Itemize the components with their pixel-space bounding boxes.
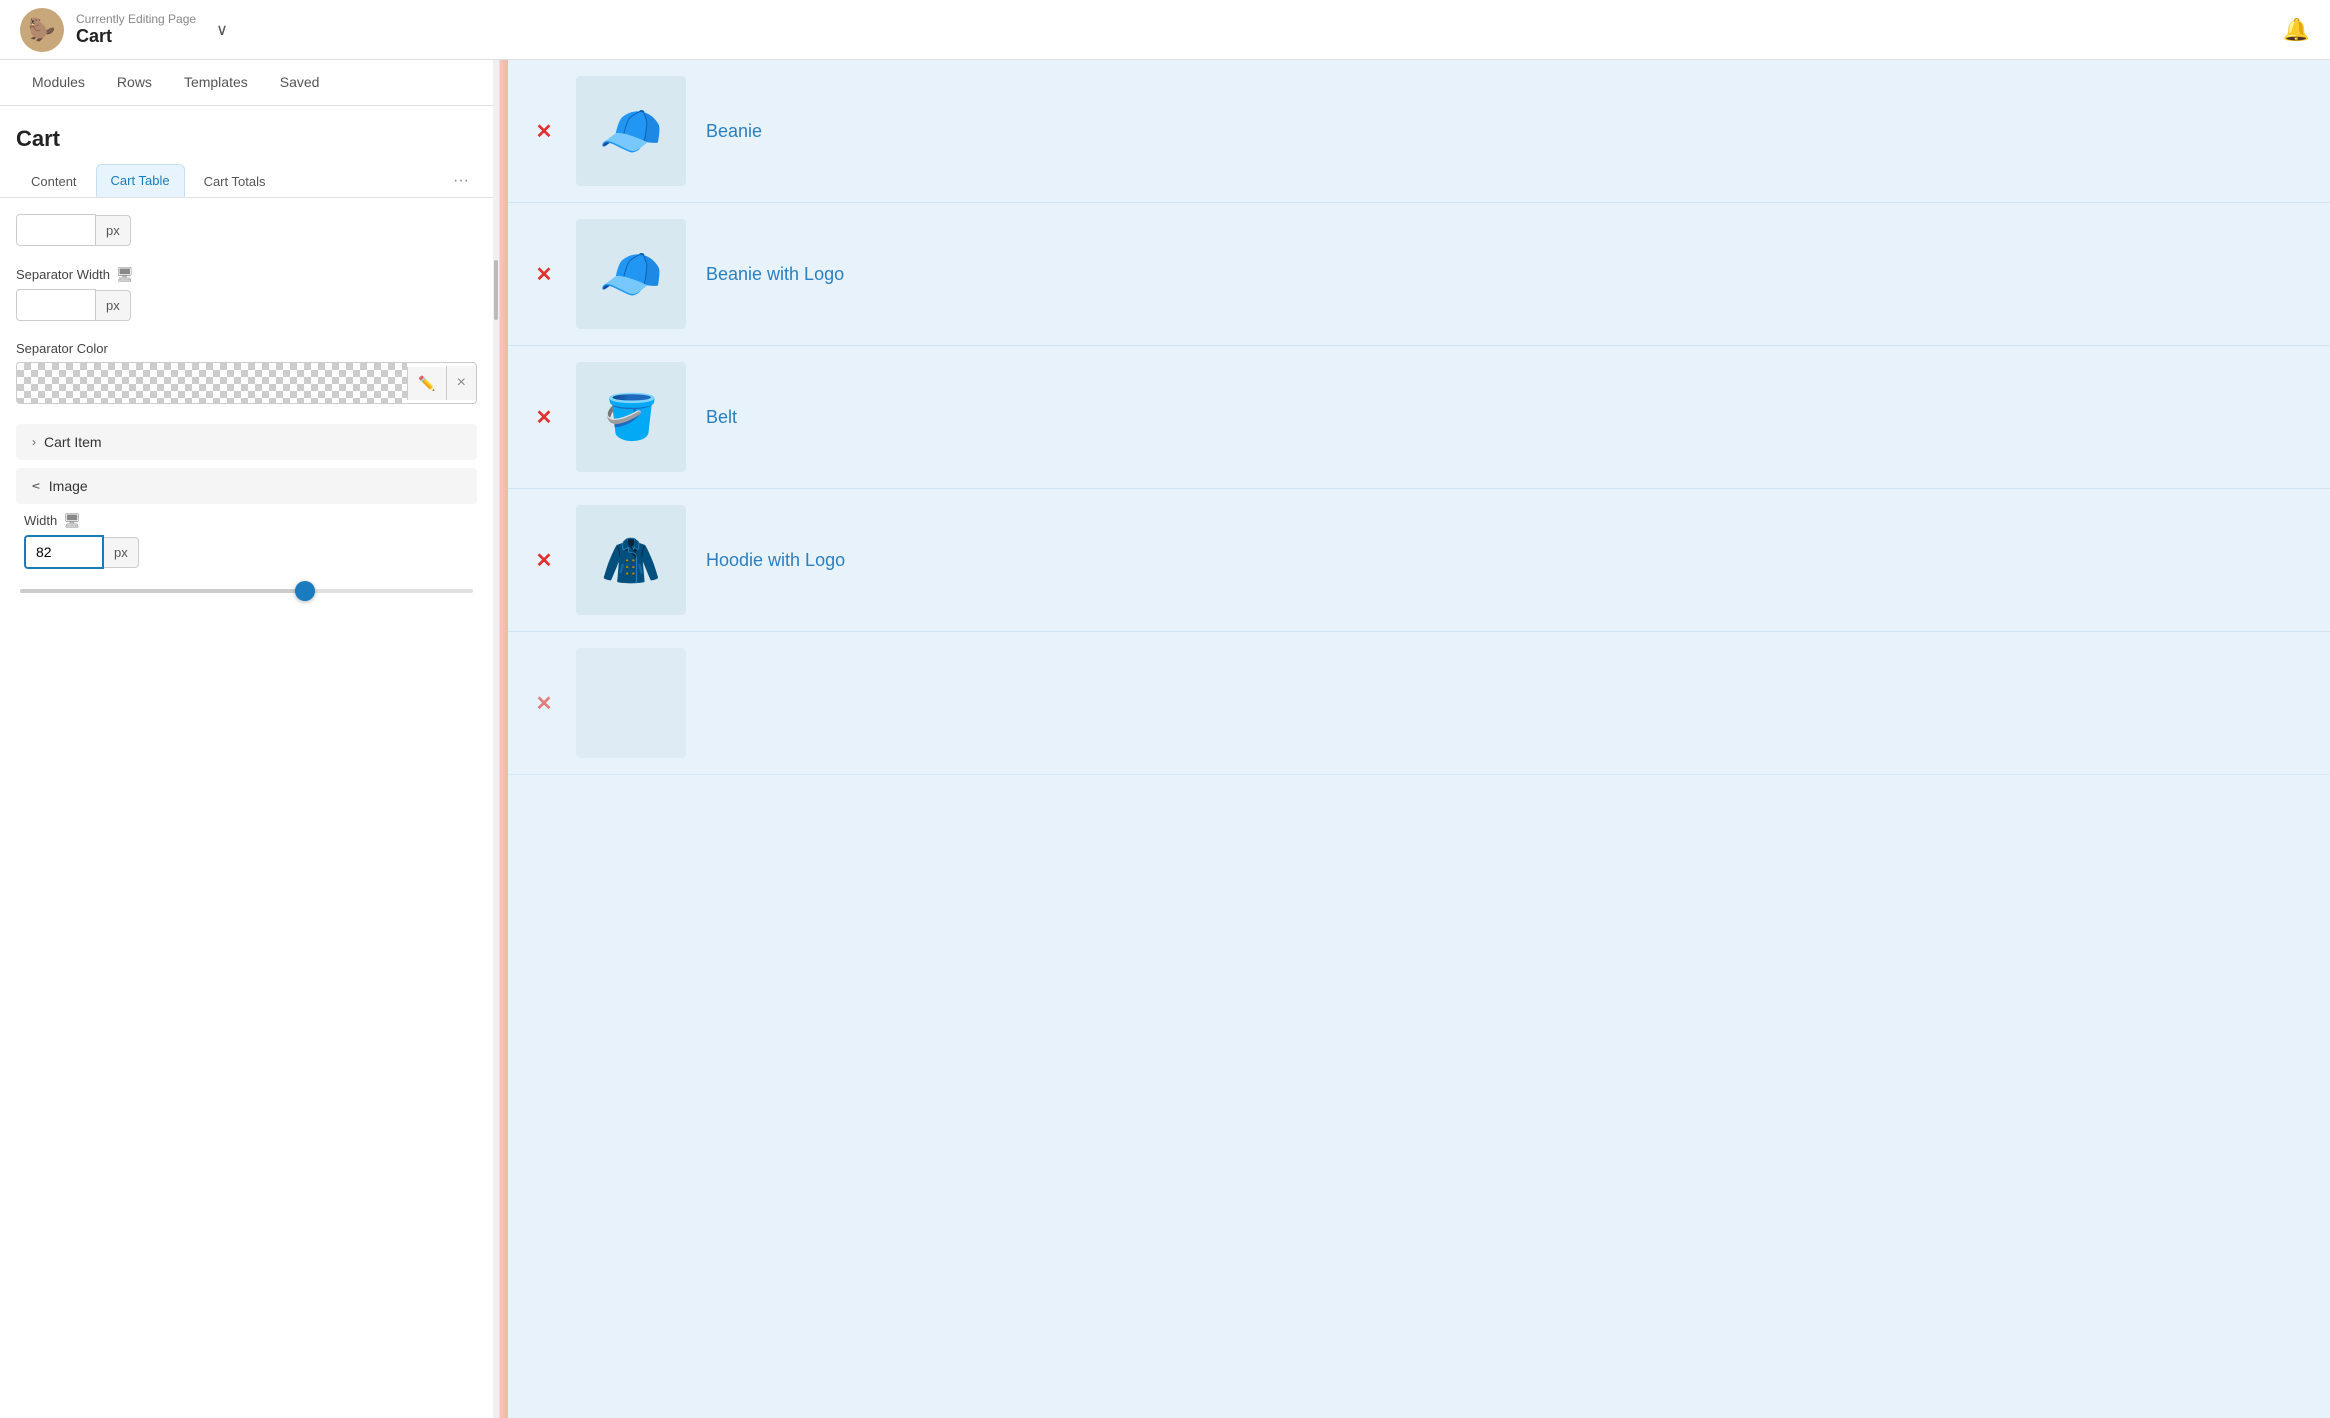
- image-section[interactable]: ∨ Image: [16, 468, 477, 504]
- bell-icon[interactable]: 🔔: [2283, 17, 2310, 43]
- remove-beanie-logo-button[interactable]: ✕: [532, 262, 556, 287]
- header-chevron-icon[interactable]: ∨: [216, 20, 228, 40]
- belt-name[interactable]: Belt: [706, 407, 2306, 428]
- cart-item-belt: ✕ 🪣 Belt: [508, 346, 2330, 489]
- panel-tab-content[interactable]: Content: [16, 165, 92, 197]
- panel-tab-cart-totals[interactable]: Cart Totals: [189, 165, 281, 197]
- hoodie-image: 🧥: [576, 505, 686, 615]
- cart-item-chevron: ›: [32, 435, 36, 449]
- sidebar: Modules Rows Templates Saved Cart Conten…: [0, 60, 493, 1418]
- beanie-logo-placeholder: 🧢: [589, 232, 674, 317]
- remove-belt-button[interactable]: ✕: [532, 405, 556, 430]
- beanie-logo-image: 🧢: [576, 219, 686, 329]
- preview-area: ✕ 🧢 Beanie ✕ 🧢 Beanie with Logo ✕ 🪣 Belt…: [508, 60, 2330, 1418]
- tab-row: Modules Rows Templates Saved: [0, 60, 493, 106]
- separator-color-label: Separator Color: [16, 341, 477, 356]
- header-title-group: Currently Editing Page Cart: [76, 12, 196, 47]
- slider-track[interactable]: [20, 589, 473, 593]
- panel-title: Cart: [16, 118, 477, 164]
- remove-partial-button[interactable]: ✕: [532, 691, 556, 716]
- currently-editing-label: Currently Editing Page: [76, 12, 196, 26]
- clear-icon: ×: [457, 374, 466, 392]
- slider-fill: [20, 589, 314, 593]
- slider-thumb[interactable]: [295, 581, 315, 601]
- cart-item-section[interactable]: › Cart Item: [16, 424, 477, 460]
- tab-templates[interactable]: Templates: [168, 60, 264, 106]
- monitor-icon-sep-width: 🖥: [116, 266, 134, 283]
- image-width-input-group: px: [24, 535, 477, 569]
- color-checker-pattern[interactable]: [17, 363, 407, 403]
- preview-divider: [500, 60, 508, 1418]
- page-name-label: Cart: [76, 26, 196, 47]
- separator-width-field: Separator Width 🖥 px: [16, 266, 477, 321]
- monitor-icon-img-width: 🖥: [63, 512, 81, 529]
- header-right: 🔔: [2283, 17, 2310, 43]
- separator-width-input[interactable]: [16, 289, 96, 321]
- top-header: 🦫 Currently Editing Page Cart ∨ 🔔: [0, 0, 2330, 60]
- cart-item-hoodie: ✕ 🧥 Hoodie with Logo: [508, 489, 2330, 632]
- belt-image: 🪣: [576, 362, 686, 472]
- cart-item-label: Cart Item: [44, 434, 102, 450]
- image-width-input[interactable]: [24, 535, 104, 569]
- panel-tabs: Content Cart Table Cart Totals ···: [16, 164, 477, 197]
- cart-item-beanie-logo: ✕ 🧢 Beanie with Logo: [508, 203, 2330, 346]
- eyedropper-button[interactable]: ✏️: [407, 367, 445, 400]
- top-px-input[interactable]: [16, 214, 96, 246]
- top-px-field: px: [16, 214, 477, 246]
- image-width-field: Width 🖥 px: [16, 512, 477, 569]
- tab-modules[interactable]: Modules: [16, 60, 101, 106]
- color-picker-field: ✏️ ×: [16, 362, 477, 404]
- separator-width-unit: px: [96, 290, 131, 321]
- cart-item-partial: ✕: [508, 632, 2330, 775]
- sidebar-content: px Separator Width 🖥 px: [0, 198, 493, 1418]
- beanie-image: 🧢: [576, 76, 686, 186]
- image-section-chevron: ∨: [29, 482, 43, 491]
- image-section-label: Image: [49, 478, 88, 494]
- separator-color-field: Separator Color ✏️ ×: [16, 341, 477, 404]
- main-layout: Modules Rows Templates Saved Cart Conten…: [0, 60, 2330, 1418]
- scrollbar-thumb: [494, 260, 498, 320]
- separator-width-label: Separator Width 🖥: [16, 266, 477, 283]
- beanie-logo-name[interactable]: Beanie with Logo: [706, 264, 2306, 285]
- panel-tab-more[interactable]: ···: [445, 168, 477, 194]
- eyedropper-icon: ✏️: [418, 375, 435, 392]
- header-left: 🦫 Currently Editing Page Cart ∨: [20, 8, 228, 52]
- panel-header: Cart Content Cart Table Cart Totals ···: [0, 106, 493, 198]
- hoodie-name[interactable]: Hoodie with Logo: [706, 550, 2306, 571]
- image-width-unit: px: [104, 537, 139, 568]
- logo-emoji: 🦫: [28, 17, 55, 43]
- cart-item-beanie: ✕ 🧢 Beanie: [508, 60, 2330, 203]
- panel-tab-cart-table[interactable]: Cart Table: [96, 164, 185, 197]
- partial-image: [576, 648, 686, 758]
- logo-avatar: 🦫: [20, 8, 64, 52]
- image-width-slider[interactable]: [16, 589, 477, 593]
- sidebar-scrollbar[interactable]: [493, 60, 499, 1418]
- clear-color-button[interactable]: ×: [446, 366, 476, 400]
- hoodie-placeholder: 🧥: [589, 518, 674, 603]
- remove-hoodie-button[interactable]: ✕: [532, 548, 556, 573]
- beanie-placeholder: 🧢: [589, 89, 674, 174]
- top-px-unit: px: [96, 215, 131, 246]
- image-width-label: Width 🖥: [24, 512, 477, 529]
- beanie-name[interactable]: Beanie: [706, 121, 2306, 142]
- remove-beanie-button[interactable]: ✕: [532, 119, 556, 144]
- separator-width-input-group: px: [16, 289, 477, 321]
- tab-rows[interactable]: Rows: [101, 60, 168, 106]
- belt-placeholder: 🪣: [589, 375, 674, 460]
- tab-saved[interactable]: Saved: [264, 60, 336, 106]
- top-input-group: px: [16, 214, 477, 246]
